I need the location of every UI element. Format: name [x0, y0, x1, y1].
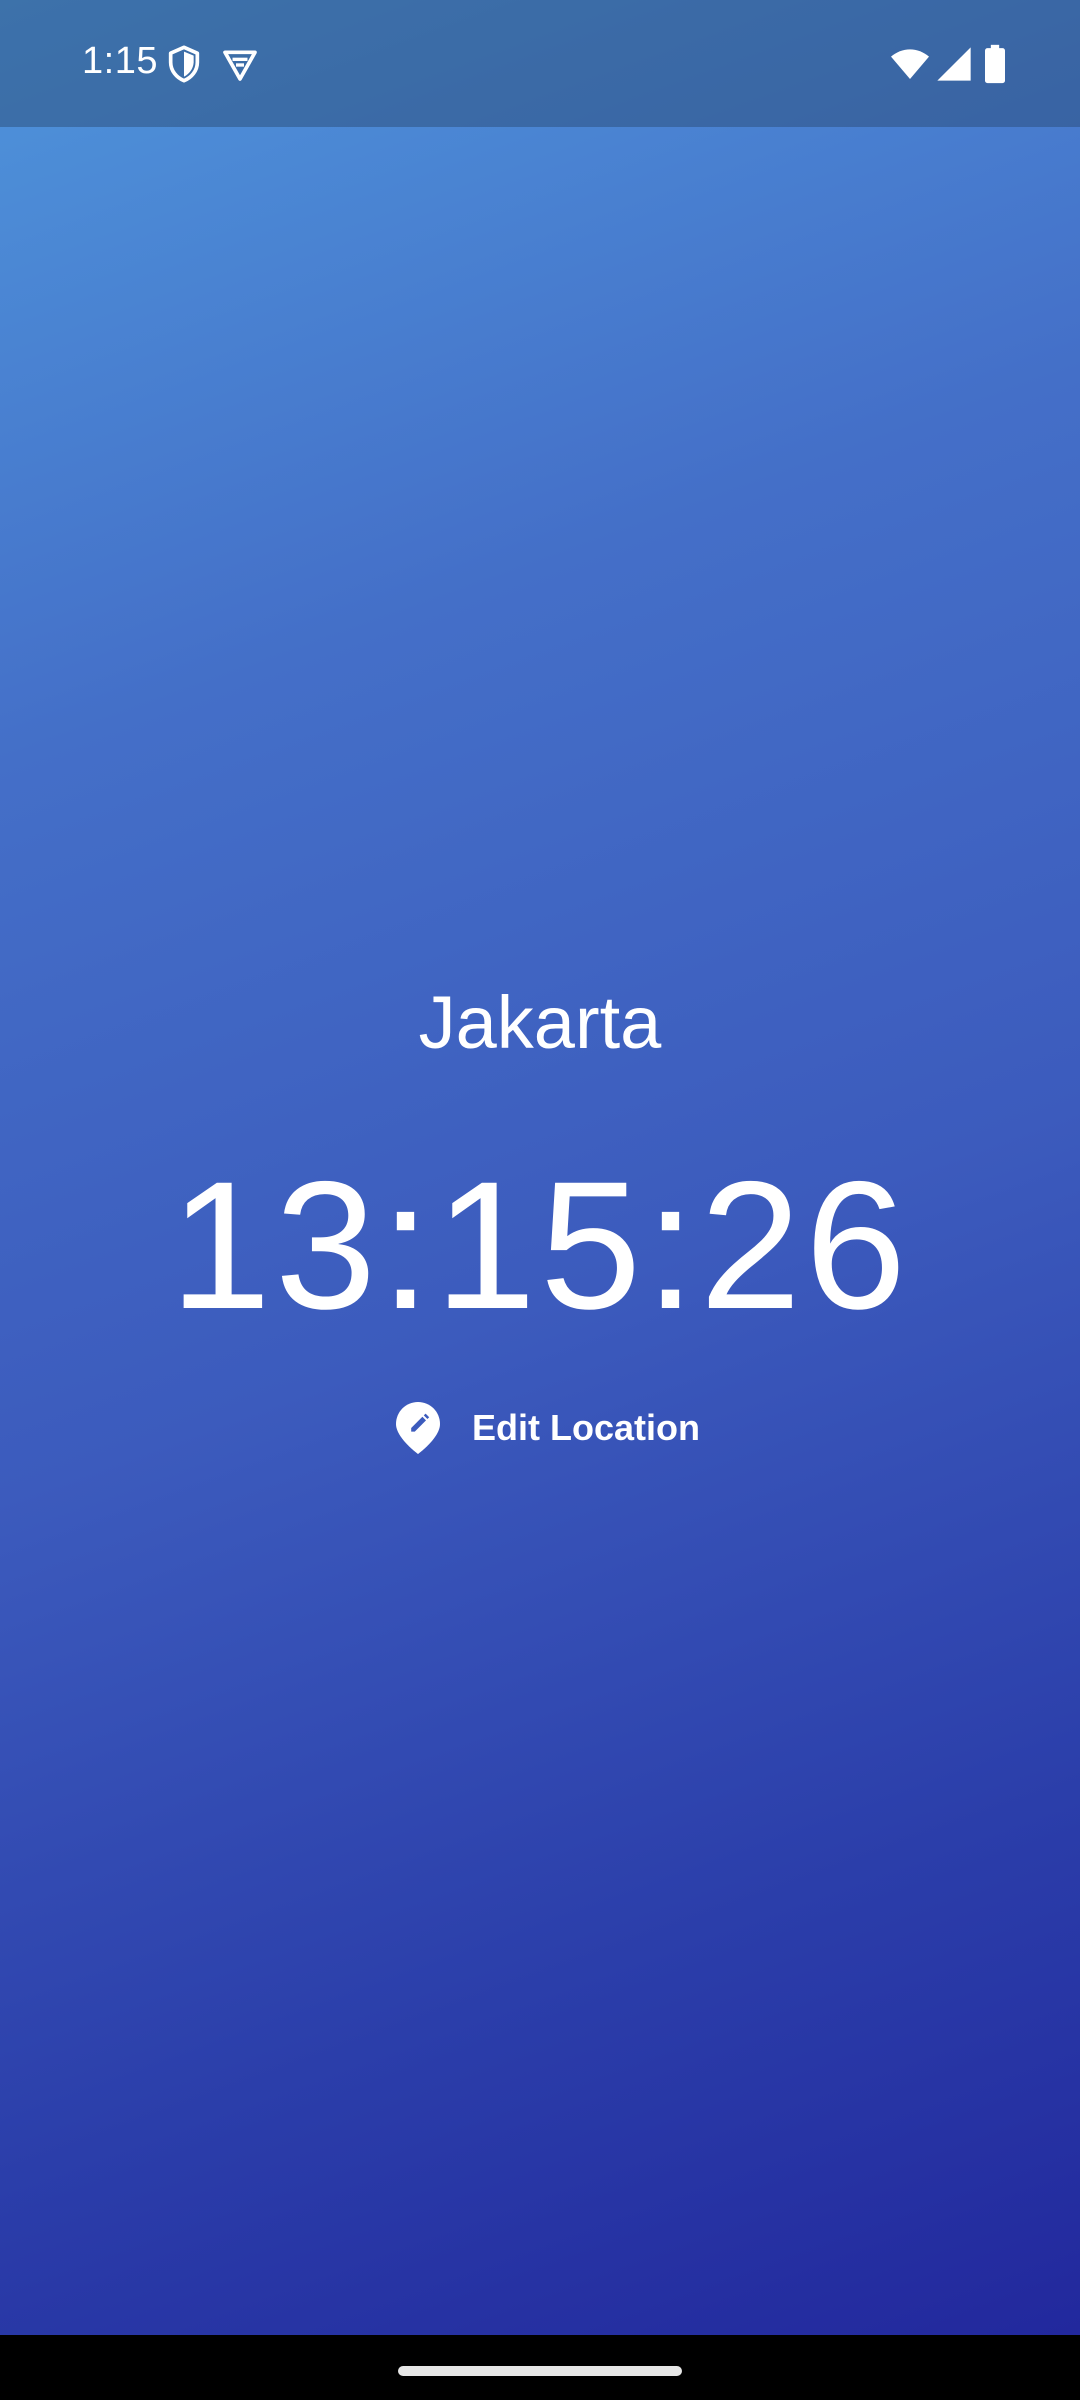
vpn-icon [220, 44, 260, 84]
status-bar: 1:15 [0, 0, 1080, 127]
city-name: Jakarta [418, 981, 662, 1064]
signal-icon [934, 44, 974, 84]
current-time: 13:15:26 [169, 1143, 911, 1347]
wifi-icon [888, 44, 932, 84]
status-time: 1:15 [82, 40, 158, 82]
battery-icon [982, 44, 1008, 84]
world-time-screen: 1:15 Jakarta 13:15:26 Edit Location [0, 0, 1080, 2400]
shield-icon [164, 44, 204, 84]
edit-location-icon [394, 1399, 442, 1457]
edit-location-label: Edit Location [472, 1407, 700, 1448]
home-gesture-handle[interactable] [398, 2366, 682, 2376]
edit-location-button[interactable]: Edit Location [380, 1386, 700, 1470]
